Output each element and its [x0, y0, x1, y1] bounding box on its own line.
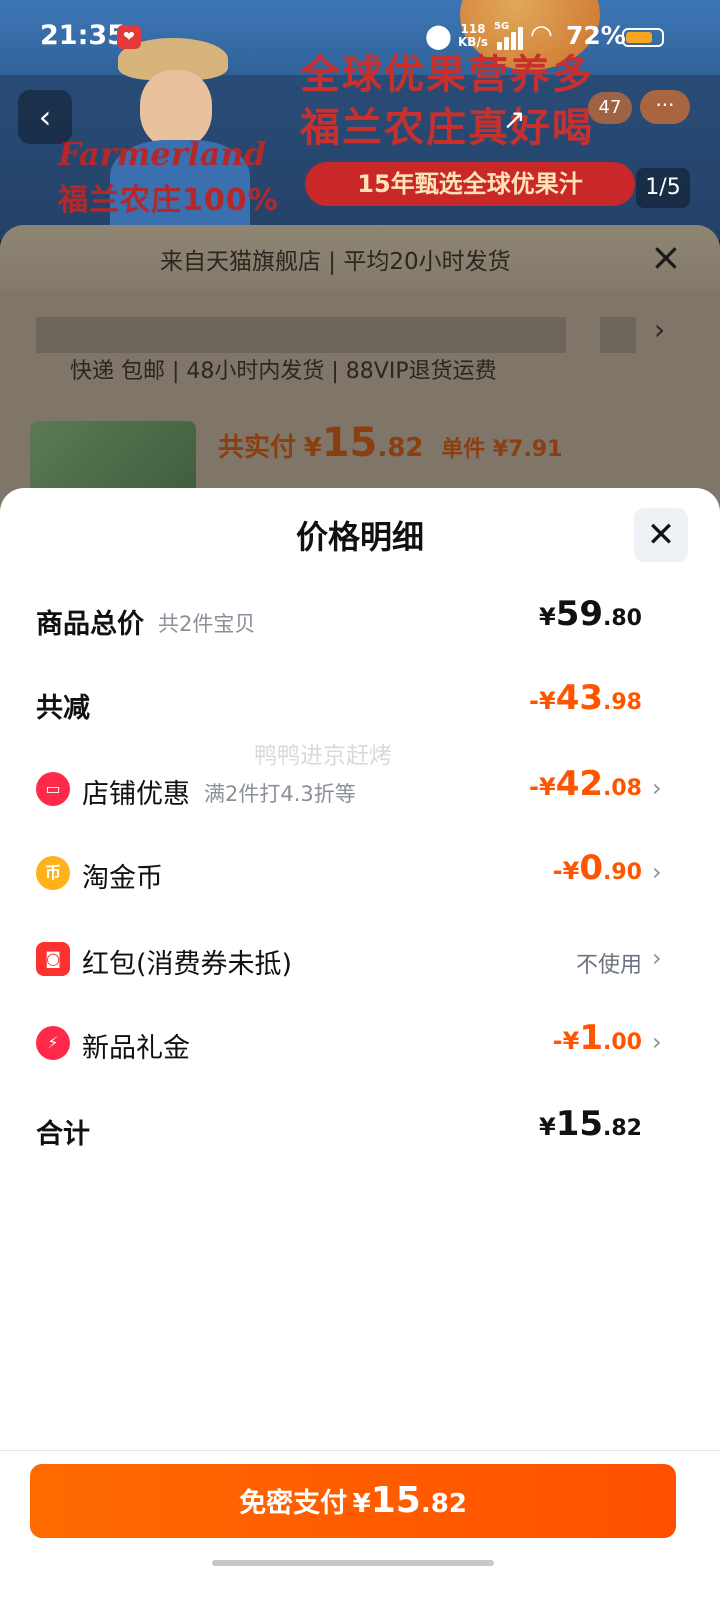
- row-amount: -¥43.98: [529, 678, 642, 718]
- banner-slogan-2: 福兰农庄真好喝: [300, 105, 594, 151]
- row-label: 新品礼金: [82, 1033, 190, 1064]
- battery-percent: 72%: [566, 21, 626, 50]
- row-sub: 共2件宝贝: [158, 612, 256, 636]
- pay-dec: .82: [420, 1489, 467, 1519]
- row-label: 店铺优惠: [82, 779, 190, 810]
- sheet-close-button[interactable]: ✕: [634, 508, 688, 562]
- row-amount: -¥42.08: [529, 764, 642, 804]
- shipping-notice-text: 来自天猫旗舰店 | 平均20小时发货: [160, 249, 511, 275]
- home-indicator[interactable]: [212, 1560, 494, 1566]
- image-counter: 1/5: [636, 168, 690, 208]
- chevron-right-icon: ›: [652, 774, 662, 802]
- address-redacted: [36, 317, 566, 353]
- row-amount: -¥0.90: [552, 848, 642, 888]
- pay-int: 15: [370, 1480, 421, 1521]
- row-label: 共减: [36, 693, 90, 724]
- status-bar: 21:35 ❤ ⬤ 118 KB/s 5G ◠ 72%: [0, 0, 720, 75]
- paid-currency: ¥: [303, 433, 322, 463]
- coin-icon: 币: [36, 856, 70, 890]
- unit-price: 单件 ¥7.91: [441, 437, 563, 462]
- row-label: 淘金币: [82, 863, 163, 894]
- row-label: 商品总价: [36, 609, 144, 640]
- row-amount: -¥1.00: [552, 1018, 642, 1058]
- paid-int: 15: [321, 420, 378, 466]
- chevron-left-icon: ‹: [38, 98, 52, 136]
- paid-dec: .82: [377, 433, 424, 463]
- row-label: 合计: [36, 1119, 90, 1150]
- row-red-packet[interactable]: ◙ 红包(消费券未抵) 不使用 ›: [0, 930, 720, 990]
- red-packet-icon: ◙: [36, 942, 70, 976]
- network-speed: 118 KB/s: [458, 22, 488, 49]
- brand-logo-text: Farmerland: [58, 135, 267, 173]
- store-coupon-icon: ▭: [36, 772, 70, 806]
- address-redacted-small: [600, 317, 636, 353]
- row-sub: 满2件打4.3折等: [204, 782, 356, 806]
- paid-summary: 共实付 ¥15.82 单件 ¥7.91: [218, 420, 562, 466]
- chevron-right-icon: ›: [652, 944, 662, 972]
- battery-icon: [622, 28, 664, 47]
- pay-currency: ¥: [352, 1489, 371, 1519]
- row-label: 红包(消费券未抵): [82, 949, 293, 980]
- row-amount: ¥59.80: [538, 594, 642, 634]
- cart-count-badge[interactable]: 47: [588, 92, 632, 124]
- close-icon: ✕: [646, 515, 676, 555]
- app-notification-icon: ❤: [117, 25, 141, 49]
- row-value: 不使用: [575, 953, 642, 978]
- row-new-product-gift[interactable]: ⚡ 新品礼金 -¥1.00 ›: [0, 1014, 720, 1074]
- footer-divider: [0, 1450, 720, 1451]
- row-total-discount: 共减 -¥43.98: [0, 674, 720, 734]
- row-taojinbi[interactable]: 币 淘金币 -¥0.90 ›: [0, 844, 720, 904]
- order-panel-background: 来自天猫旗舰店 | 平均20小时发货 × › 快递 包邮 | 48小时内发货 |…: [0, 225, 720, 525]
- close-icon[interactable]: ×: [650, 235, 682, 279]
- chevron-right-icon: ›: [652, 1028, 662, 1056]
- price-detail-sheet: 价格明细 ✕ 商品总价 共2件宝贝 ¥59.80 共减 -¥43.98 ▭ 店铺…: [0, 488, 720, 1600]
- wifi-icon: ◠: [530, 20, 553, 50]
- banner-badge: 15年甄选全球优果汁: [305, 162, 635, 206]
- paid-prefix: 共实付: [218, 433, 297, 463]
- row-goods-total: 商品总价 共2件宝贝 ¥59.80: [0, 590, 720, 650]
- status-time: 21:35: [40, 20, 126, 51]
- share-button[interactable]: ↗: [490, 96, 538, 144]
- pay-label: 免密支付: [239, 1488, 348, 1519]
- pay-button[interactable]: 免密支付 ¥15.82: [30, 1464, 676, 1538]
- more-button[interactable]: ···: [640, 90, 690, 124]
- row-amount: ¥15.82: [538, 1104, 642, 1144]
- cellular-signal-icon: [497, 24, 525, 50]
- chevron-right-icon[interactable]: ›: [654, 313, 665, 346]
- back-button[interactable]: ‹: [18, 90, 72, 144]
- chevron-right-icon: ›: [652, 858, 662, 886]
- brand-logo-cn: 福兰农庄100%: [58, 183, 279, 218]
- service-tags: 快递 包邮 | 48小时内发货 | 88VIP退货运费: [70, 359, 497, 384]
- lightning-icon: ⚡: [36, 1026, 70, 1060]
- sheet-title: 价格明细: [295, 518, 424, 556]
- share-icon: ↗: [502, 103, 526, 136]
- location-icon: ⬤: [425, 22, 452, 50]
- row-grand-total: 合计 ¥15.82: [0, 1100, 720, 1160]
- watermark-text: 鸭鸭进京赶烤: [254, 743, 392, 769]
- more-dots-icon: ···: [655, 93, 675, 117]
